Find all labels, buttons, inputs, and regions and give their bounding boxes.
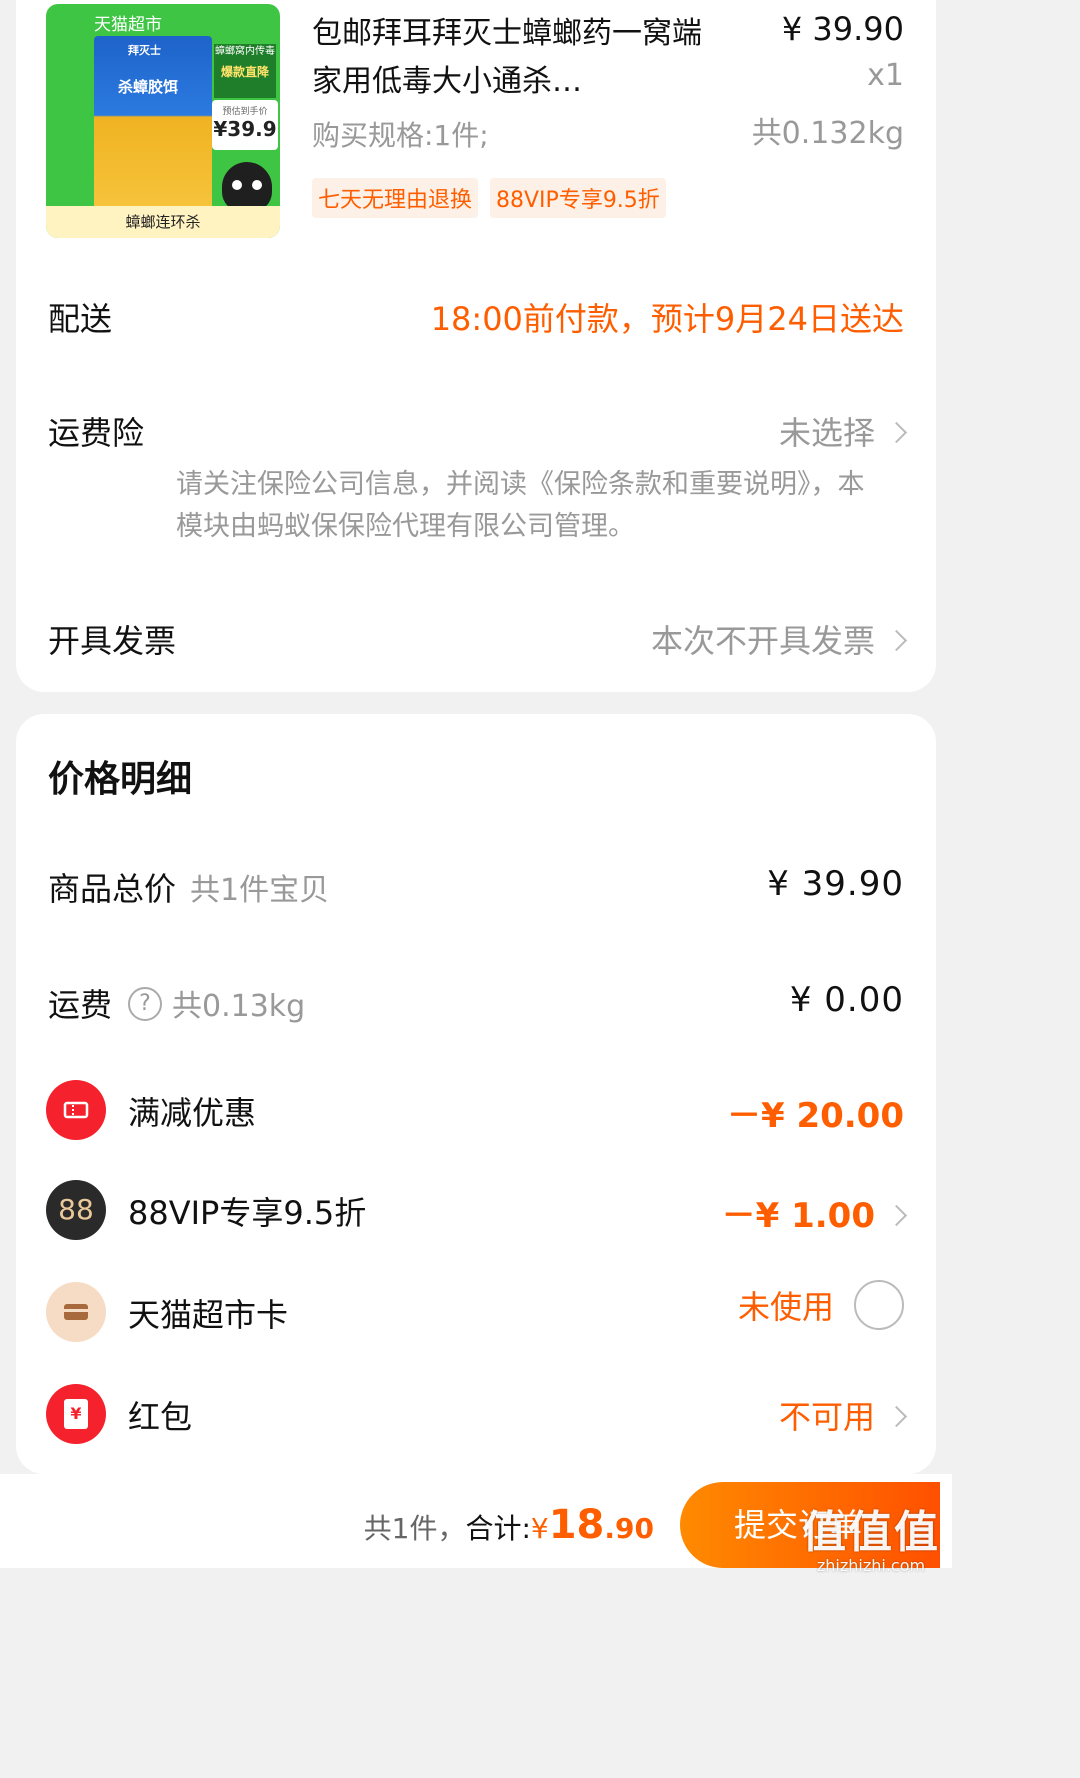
promo-badge: 蟑螂窝内传毒 爆款直降 — [214, 44, 276, 98]
delivery-value: 18:00前付款，预计9月24日送达 — [430, 300, 904, 338]
watermark-text: 值值值 — [802, 1507, 940, 1558]
vip-88-icon: 88 — [46, 1180, 106, 1240]
price-detail-card: 价格明细 商品总价 共1件宝贝 ¥ 39.90 运费? 共0.13kg ¥ 0.00… — [16, 714, 936, 1474]
market-card-label: 天猫超市卡 — [128, 1296, 289, 1334]
red-packet-icon: ¥ — [46, 1384, 106, 1444]
product-box-name: 杀蟑胶饵 — [118, 78, 179, 96]
total-count: 共1件， — [363, 1512, 466, 1545]
vip-discount-label: 88VIP专享9.5折 — [128, 1194, 367, 1232]
shipping-weight: 共0.13kg — [172, 989, 306, 1024]
shipping-insurance-value: 未选择 — [778, 414, 875, 452]
chevron-right-icon — [885, 421, 908, 443]
estimated-price-label: 预估到手价 — [222, 107, 268, 117]
red-packet-glyph: ¥ — [64, 1399, 88, 1429]
red-packet-value: 不可用 — [778, 1398, 875, 1436]
vip-discount-value: －¥ 1.00 — [721, 1196, 875, 1236]
market-card-value: 未使用 — [737, 1288, 834, 1326]
invoice-label: 开具发票 — [48, 622, 177, 660]
shipping-fee-label: 运费 — [48, 986, 113, 1024]
goods-total-value: ¥ 39.90 — [767, 864, 904, 904]
chevron-right-icon — [885, 1405, 908, 1427]
red-packet-label: 红包 — [128, 1398, 193, 1436]
full-reduction-value: －¥ 20.00 — [726, 1096, 904, 1136]
shipping-fee-row: 运费? 共0.13kg — [48, 980, 305, 1026]
price-detail-title: 价格明细 — [48, 759, 193, 800]
promo-badge-hot: 爆款直降 — [220, 65, 269, 79]
product-image[interactable]: 天猫超市 拜灭士 杀蟑胶饵 蟑螂窝内传毒 爆款直降 预估到手价 ¥39.9 蟑螂… — [46, 4, 280, 238]
shipping-fee-value: ¥ 0.00 — [789, 980, 904, 1020]
ticket-icon — [46, 1080, 106, 1140]
shipping-insurance-label: 运费险 — [48, 414, 145, 452]
product-price: ¥ 39.90 — [781, 10, 904, 48]
order-total: 共1件，合计:¥18.90 — [364, 1502, 654, 1548]
estimated-price-box: 预估到手价 ¥39.9 — [212, 100, 278, 150]
chevron-right-icon — [885, 1204, 908, 1226]
goods-total-count: 共1件宝贝 — [190, 873, 330, 908]
tag-vip-discount: 88VIP专享9.5折 — [490, 178, 666, 218]
card-icon — [46, 1282, 106, 1342]
product-title[interactable]: 包邮拜耳拜灭士蟑螂药一窝端家用低毒大小通杀… — [312, 10, 712, 106]
goods-total-label: 商品总价 — [48, 870, 177, 908]
product-tags: 七天无理由退换 88VIP专享9.5折 — [312, 178, 666, 218]
tmall-cat-icon — [222, 162, 272, 212]
shipping-insurance-selector[interactable]: 未选择 — [778, 408, 908, 454]
total-currency: ¥ — [530, 1512, 549, 1545]
vip-discount-selector[interactable]: －¥ 1.00 — [721, 1188, 908, 1237]
watermark-url: zhizhizhi.com — [816, 1556, 926, 1575]
full-reduction-label: 满减优惠 — [128, 1094, 257, 1132]
order-item-card: 天猫超市 拜灭士 杀蟑胶饵 蟑螂窝内传毒 爆款直降 预估到手价 ¥39.9 蟑螂… — [16, 0, 936, 692]
delivery-label: 配送 — [48, 300, 113, 338]
tag-return: 七天无理由退换 — [312, 178, 479, 218]
total-label: 合计: — [465, 1512, 531, 1545]
product-quantity: x1 — [867, 58, 904, 93]
product-box: 拜灭士 杀蟑胶饵 — [94, 36, 212, 212]
insurance-notice[interactable]: 请关注保险公司信息，并阅读《保险条款和重要说明》，本模块由蚂蚁保保险代理有限公司… — [176, 464, 876, 548]
product-brand: 拜灭士 — [128, 44, 161, 57]
red-packet-selector[interactable]: 不可用 — [778, 1392, 908, 1438]
promo-badge-top: 蟑螂窝内传毒 — [215, 46, 275, 57]
question-icon[interactable]: ? — [128, 987, 163, 1021]
total-amount-dec: .90 — [604, 1512, 654, 1545]
watermark-logo: 值值值 zhizhizhi.com — [802, 1496, 940, 1575]
invoice-selector[interactable]: 本次不开具发票 — [650, 616, 908, 662]
invoice-value: 本次不开具发票 — [650, 622, 875, 660]
store-label: 天猫超市 — [94, 15, 162, 35]
market-card-radio[interactable] — [854, 1280, 904, 1330]
goods-total-row: 商品总价 共1件宝贝 — [48, 864, 329, 910]
chevron-right-icon — [885, 629, 908, 651]
total-amount-int: 18 — [548, 1502, 605, 1548]
product-spec: 购买规格:1件; — [312, 119, 489, 152]
product-image-caption: 蟑螂连环杀 — [46, 206, 280, 238]
market-card-selector[interactable]: 未使用 — [737, 1280, 904, 1334]
product-weight: 共0.132kg — [751, 116, 904, 151]
estimated-price: ¥39.9 — [213, 117, 277, 141]
